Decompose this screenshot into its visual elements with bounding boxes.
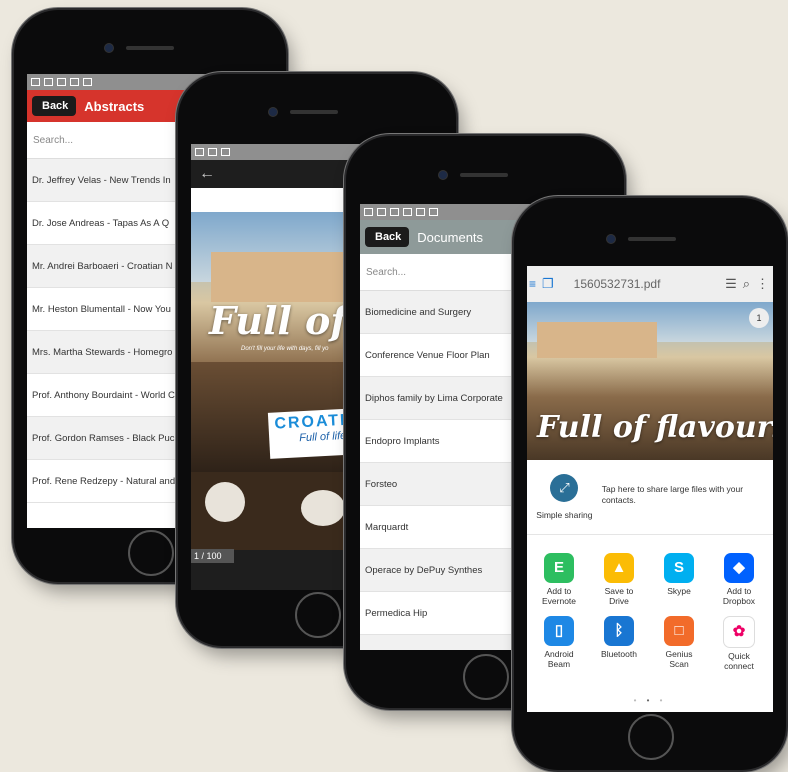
screen-share-sheet: ≡ ❐ 1560532731.pdf ☰ ⌕ ⋮ Full of flavour… [527,266,773,712]
front-camera [438,170,448,180]
plate [301,490,345,526]
share-app[interactable]: ◆ Add to Dropbox [709,553,769,606]
simple-sharing-row[interactable]: ⤢ Simple sharing Tap here to share large… [527,460,773,535]
skype-icon: S [664,553,694,583]
phone-share-sheet: ≡ ❐ 1560532731.pdf ☰ ⌕ ⋮ Full of flavour… [514,198,786,770]
share-app-label: Bluetooth [601,649,637,659]
search-icon[interactable]: ⌕ [743,276,750,292]
more-icon[interactable]: ⋮ [756,276,769,292]
share-app-label: Add to Evernote [541,586,577,606]
home-button[interactable] [128,530,174,576]
home-button[interactable] [295,592,341,638]
home-button[interactable] [628,714,674,760]
cover-photo: Full of flavours 1 [527,302,773,460]
file-icon: ❐ [542,276,554,291]
simple-sharing[interactable]: ⤢ Simple sharing [535,474,594,520]
genius-scan-icon: □ [664,616,694,646]
building [537,322,657,358]
header-title: Documents [417,229,484,245]
share-sheet: ⤢ Simple sharing Tap here to share large… [527,460,773,712]
share-app-label: Android Beam [544,649,574,669]
pager-dots: • • • [633,696,667,705]
share-app[interactable]: □ Genius Scan [649,616,709,671]
share-apps-grid: E Add to Evernote ▲ Save to Drive S Skype ◆ Add… [527,535,773,671]
share-app-label: Genius Scan [665,649,693,669]
share-app[interactable]: S Skype [649,553,709,606]
share-app-label: Quick connect [724,651,754,671]
drive-icon: ▲ [604,553,634,583]
share-app[interactable]: ▯ Android Beam [529,616,589,671]
dropbox-icon: ◆ [724,553,754,583]
earpiece-speaker [460,173,508,177]
quick-connect-icon: ✿ [723,616,755,648]
share-app[interactable]: E Add to Evernote [529,553,589,606]
cover-tagline: Don't fill your life with days, fill yo [241,346,329,352]
pdf-toolbar: ≡ ❐ 1560532731.pdf ☰ ⌕ ⋮ [527,266,773,302]
back-button[interactable]: Back [32,96,77,116]
file-name: 1560532731.pdf [573,277,661,291]
share-hint: Tap here to share large files with your … [601,484,744,505]
share-app-label: Add to Dropbox [722,586,756,606]
earpiece-speaker [126,46,174,50]
home-button[interactable] [463,654,509,700]
cover-headline: Full of flavours [537,410,773,445]
simple-sharing-icon: ⤢ [550,474,579,502]
page-counter: 1 / 100 [191,549,234,563]
evernote-icon: E [544,553,574,583]
earpiece-speaker [290,110,338,114]
front-camera [268,107,278,117]
header-title: Abstracts [84,98,145,114]
simple-sharing-label: Simple sharing [536,510,593,520]
list-icon[interactable]: ☰ [725,276,737,292]
page-badge: 1 [749,308,769,328]
share-app[interactable]: ᛒ Bluetooth [589,616,649,671]
building [211,252,361,302]
back-button[interactable]: Back [365,227,410,247]
front-camera [104,43,114,53]
plate [205,482,245,522]
share-app[interactable]: ✿ Quick connect [709,616,769,671]
share-app-label: Skype [667,586,691,596]
back-arrow-icon[interactable]: ← [199,165,215,183]
share-app[interactable]: ▲ Save to Drive [589,553,649,606]
share-app-label: Save to Drive [604,586,634,606]
earpiece-speaker [628,237,676,241]
front-camera [606,234,616,244]
bluetooth-icon: ᛒ [604,616,634,646]
menu-icon[interactable]: ≡ [529,277,536,291]
android-beam-icon: ▯ [544,616,574,646]
